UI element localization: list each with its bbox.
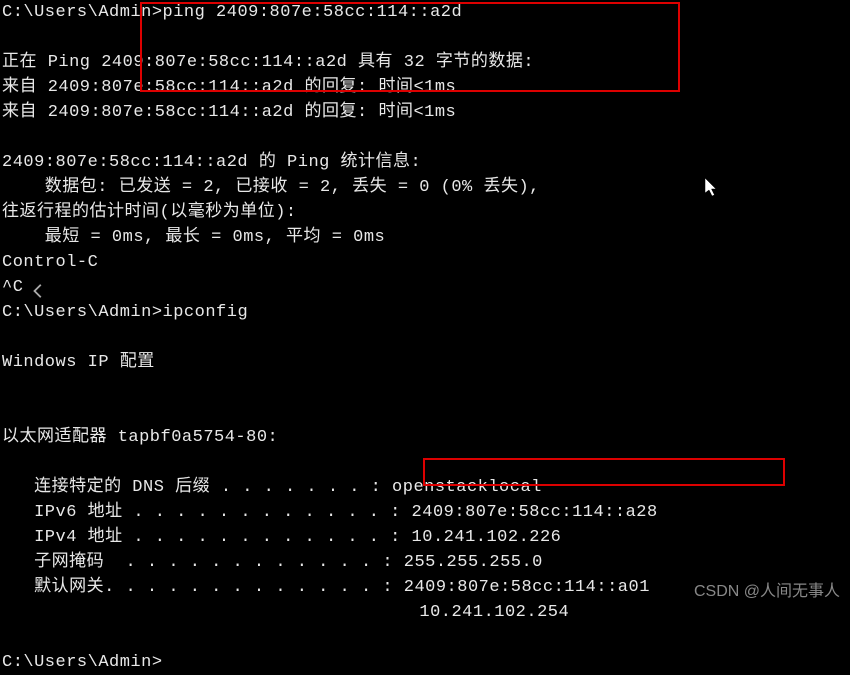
terminal-line-output: ^C — [2, 275, 848, 300]
command-text: ipconfig — [163, 303, 249, 322]
terminal-line-output — [2, 125, 848, 150]
terminal-line-output: Windows IP 配置 — [2, 350, 848, 375]
terminal-line-output: 最短 = 0ms, 最长 = 0ms, 平均 = 0ms — [2, 225, 848, 250]
terminal-line-output: 来自 2409:807e:58cc:114::a2d 的回复: 时间<1ms — [2, 100, 848, 125]
terminal-line-output — [2, 25, 848, 50]
prompt-text: C:\Users\Admin> — [2, 3, 163, 22]
command-text: ping 2409:807e:58cc:114::a2d — [163, 3, 463, 22]
terminal-line-output — [2, 450, 848, 475]
terminal-line-output — [2, 400, 848, 425]
terminal-line-output: IPv4 地址 . . . . . . . . . . . . : 10.241… — [2, 525, 848, 550]
terminal-line-output: 子网掩码 . . . . . . . . . . . . : 255.255.2… — [2, 550, 848, 575]
prompt-text: C:\Users\Admin> — [2, 303, 163, 322]
terminal-line-output: IPv6 地址 . . . . . . . . . . . . : 2409:8… — [2, 500, 848, 525]
prompt-text: C:\Users\Admin> — [2, 653, 163, 672]
terminal-line-output: 2409:807e:58cc:114::a2d 的 Ping 统计信息: — [2, 150, 848, 175]
terminal-output[interactable]: C:\Users\Admin>ping 2409:807e:58cc:114::… — [0, 0, 850, 675]
terminal-line-output: 来自 2409:807e:58cc:114::a2d 的回复: 时间<1ms — [2, 75, 848, 100]
terminal-line-output: 正在 Ping 2409:807e:58cc:114::a2d 具有 32 字节… — [2, 50, 848, 75]
terminal-line-output — [2, 625, 848, 650]
terminal-line-output: 连接特定的 DNS 后缀 . . . . . . . : openstacklo… — [2, 475, 848, 500]
terminal-line-prompt: C:\Users\Admin> — [2, 650, 848, 675]
terminal-line-output — [2, 375, 848, 400]
terminal-line-prompt: C:\Users\Admin>ipconfig — [2, 300, 848, 325]
terminal-line-output: 往返行程的估计时间(以毫秒为单位): — [2, 200, 848, 225]
terminal-line-output: 数据包: 已发送 = 2, 已接收 = 2, 丢失 = 0 (0% 丢失), — [2, 175, 848, 200]
terminal-line-output: Control-C — [2, 250, 848, 275]
watermark-text: CSDN @人间无事人 — [694, 579, 840, 604]
terminal-line-prompt: C:\Users\Admin>ping 2409:807e:58cc:114::… — [2, 0, 848, 25]
terminal-line-output — [2, 325, 848, 350]
terminal-line-output: 以太网适配器 tapbf0a5754-80: — [2, 425, 848, 450]
